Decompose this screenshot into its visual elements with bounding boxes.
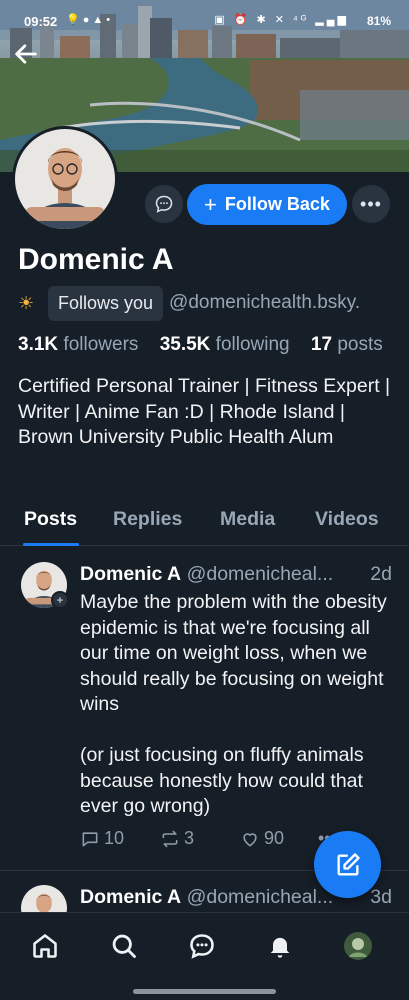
following-link[interactable]: 35.5K following: [160, 334, 298, 355]
search-icon: [112, 934, 136, 958]
nav-search[interactable]: [107, 929, 141, 963]
compose-icon: [337, 852, 360, 875]
reply-icon: [82, 831, 98, 846]
home-icon: [33, 934, 57, 958]
post-timestamp: 2d: [370, 563, 392, 585]
post-header: Domenic A @domenicheal...: [80, 886, 333, 909]
profile-tabs: Posts Replies Media Videos: [0, 500, 409, 546]
back-button[interactable]: [12, 40, 44, 68]
heart-icon: [243, 832, 257, 846]
plus-icon: +: [204, 191, 217, 217]
repost-button[interactable]: 3: [160, 828, 194, 849]
tab-media[interactable]: Media: [220, 508, 275, 531]
post-author-name[interactable]: Domenic A: [80, 886, 181, 908]
posts-count: 17 posts: [310, 334, 383, 355]
follow-back-label: Follow Back: [224, 194, 330, 214]
post-header: Domenic A @domenicheal...: [80, 563, 333, 586]
tab-posts[interactable]: Posts: [24, 508, 77, 531]
repost-icon: [162, 830, 178, 847]
profile-handle: @domenichealth.bsky.: [169, 292, 361, 313]
profile-stats: 3.1K followers 35.5K following 17 posts: [18, 334, 399, 356]
battery-level: 81%: [366, 14, 391, 28]
ellipsis-icon: •••: [360, 193, 382, 214]
status-bar: 09:52 💡●▲• ▣ ⏰ ✱ ✕ ⁴ᴳ ▂▄▆ 81%: [0, 0, 409, 42]
system-icons: ▣ ⏰ ✱ ✕ ⁴ᴳ ▂▄▆: [214, 14, 349, 26]
post-text: Maybe the problem with the obesity epide…: [80, 591, 387, 817]
notification-icons: 💡●▲•: [66, 14, 114, 26]
post-timestamp: 3d: [370, 886, 392, 908]
follow-back-button[interactable]: + Follow Back: [187, 184, 347, 225]
compose-button[interactable]: [314, 831, 381, 898]
profile-avatar[interactable]: [12, 126, 118, 232]
like-count: 90: [264, 828, 285, 848]
home-indicator: [133, 989, 276, 994]
chat-bubble-icon: [155, 195, 173, 213]
chat-bubble-icon: ●: [82, 14, 93, 26]
active-tab-indicator: [23, 543, 79, 546]
nav-home[interactable]: [28, 929, 62, 963]
handle-row: ☀ Follows you @domenichealth.bsky.: [18, 285, 360, 321]
nav-profile[interactable]: [341, 929, 375, 963]
sun-icon: ☀: [18, 292, 35, 313]
bell-icon: [270, 937, 290, 958]
bottom-navigation: [0, 912, 409, 1000]
more-options-button[interactable]: •••: [352, 185, 390, 223]
like-button[interactable]: 90: [240, 828, 284, 849]
reply-count: 10: [104, 828, 125, 848]
post-author-name[interactable]: Domenic A: [80, 563, 181, 585]
post-author-handle[interactable]: @domenicheal...: [187, 886, 334, 908]
chat-bubble-icon: [190, 934, 214, 959]
tab-videos[interactable]: Videos: [315, 508, 379, 531]
follows-you-badge: Follows you: [48, 285, 164, 321]
follow-plus-icon[interactable]: +: [51, 591, 69, 609]
arrow-left-icon: [15, 44, 37, 64]
nav-notifications[interactable]: [263, 929, 297, 963]
repost-count: 3: [184, 828, 195, 848]
tab-replies[interactable]: Replies: [113, 508, 182, 531]
profile-avatar-icon: [344, 932, 372, 960]
post-author-handle[interactable]: @domenicheal...: [187, 563, 334, 585]
status-time: 09:52: [24, 14, 58, 29]
profile-bio: Certified Personal Trainer | Fitness Exp…: [18, 375, 391, 448]
followers-link[interactable]: 3.1K followers: [18, 334, 146, 355]
reply-button[interactable]: 10: [80, 828, 124, 849]
nav-messages[interactable]: [185, 929, 219, 963]
message-button[interactable]: [145, 185, 183, 223]
display-name: Domenic A: [18, 243, 174, 276]
